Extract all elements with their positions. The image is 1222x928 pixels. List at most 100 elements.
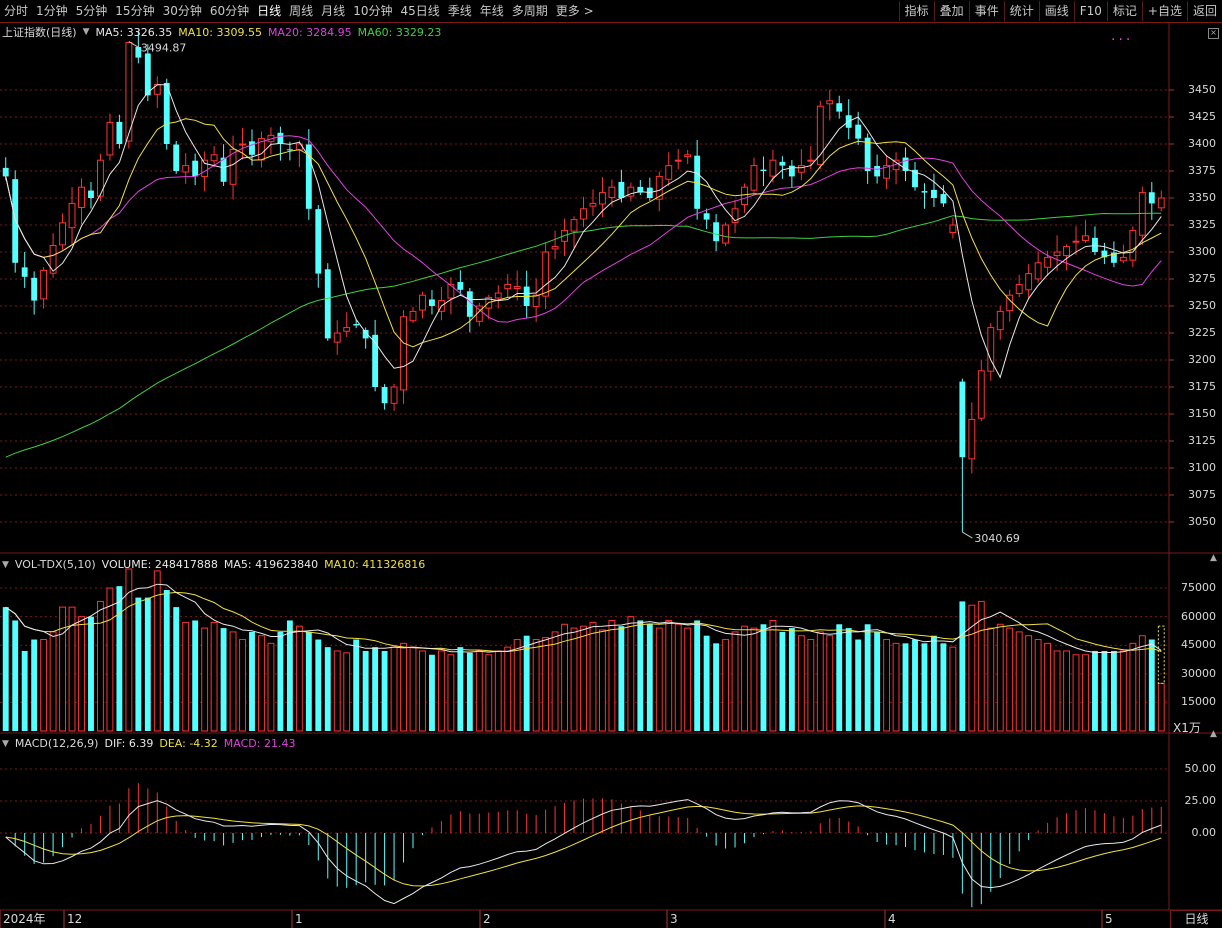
volume-bar	[343, 652, 351, 732]
macd-tick-label: 25.00	[1184, 794, 1217, 807]
candle-body	[580, 208, 587, 220]
macd-panel-header: ▼ MACD(12,26,9) DIF: 6.39 DEA: -4.32 MACD:…	[2, 737, 295, 750]
volume-bar	[315, 639, 322, 731]
volume-bar	[580, 625, 587, 732]
macd-histogram	[5, 783, 1162, 908]
price-tick-label: 3425	[1188, 110, 1216, 123]
candle-body	[769, 159, 777, 177]
volume-bar	[286, 620, 293, 731]
candle-body	[343, 327, 351, 332]
volume-bar	[239, 639, 246, 732]
volume-bar	[807, 639, 815, 732]
legend-item: MA10: 411326816	[324, 558, 426, 571]
volume-unit-label: X1万	[1173, 721, 1201, 735]
price-tick-label: 3225	[1188, 326, 1216, 339]
more-dots-icon[interactable]: ···	[1111, 32, 1133, 48]
candle-body	[760, 169, 767, 171]
volume-bar	[760, 624, 767, 731]
candle-body	[192, 160, 199, 177]
volume-bar	[409, 646, 417, 732]
extreme-label: 3494.87	[141, 42, 187, 55]
volume-bar	[362, 650, 369, 731]
price-tick-label: 3250	[1188, 299, 1216, 312]
chevron-up-icon[interactable]: ▲	[1210, 553, 1217, 563]
volume-bar	[902, 643, 909, 731]
volume-bar	[220, 628, 227, 731]
chevron-down-icon[interactable]: ▼	[83, 27, 90, 37]
volume-bar	[21, 650, 28, 731]
candle-body	[1072, 240, 1080, 243]
volume-bar	[836, 624, 843, 731]
volume-bar	[258, 635, 265, 732]
date-label: 2024年	[3, 912, 46, 926]
volume-bar	[447, 654, 455, 732]
candle-body	[722, 224, 730, 244]
volume-bar	[674, 623, 682, 732]
candle-body	[703, 213, 710, 220]
volume-bar	[921, 643, 928, 731]
volume-bar	[665, 619, 673, 732]
volume-bar	[1034, 639, 1042, 732]
macd-legend: DIF: 6.39 DEA: -4.32 MACD: 21.43	[104, 737, 295, 750]
candle-body	[1025, 273, 1033, 291]
volume-bar	[295, 625, 303, 732]
price-tick-label: 3275	[1188, 272, 1216, 285]
price-tick-label: 3050	[1188, 515, 1216, 528]
volume-bar	[694, 620, 701, 731]
candle-body	[684, 154, 692, 158]
volume-bar	[210, 621, 218, 732]
volume-bar	[1110, 650, 1117, 731]
volume-bar	[523, 635, 530, 731]
volume-bar	[12, 620, 19, 731]
chevron-down-icon[interactable]: ▼	[2, 739, 9, 749]
volume-bar	[125, 568, 133, 732]
volume-bar	[1063, 650, 1070, 732]
volume-bar	[277, 631, 284, 731]
volume-bar	[788, 628, 795, 731]
volume-panel-title[interactable]: VOL-TDX(5,10)	[15, 558, 96, 571]
candle-body	[968, 418, 976, 460]
chevron-up-icon[interactable]: ▲	[1210, 729, 1217, 739]
date-label: 5	[1105, 912, 1113, 926]
legend-item: MA10: 3309.55	[178, 25, 262, 39]
volume-tick-label: 60000	[1181, 609, 1216, 623]
bottom-period-tab[interactable]: 日线	[1170, 910, 1222, 928]
volume-bar	[968, 604, 976, 732]
candle-body	[333, 332, 341, 343]
candle-body	[674, 159, 682, 162]
volume-bar	[49, 631, 57, 732]
volume-bar	[1044, 642, 1052, 732]
volume-bar	[419, 650, 426, 732]
candle-body	[277, 132, 284, 144]
candle-body	[949, 224, 957, 234]
candle-body	[163, 82, 170, 144]
date-label: 2	[483, 912, 491, 926]
volume-bar	[931, 635, 937, 731]
volume-bar	[779, 631, 786, 731]
volume-bar	[1157, 682, 1165, 732]
extreme-pointer	[962, 531, 973, 539]
price-panel-title[interactable]: 上证指数(日线)	[2, 24, 77, 40]
candle-body	[419, 294, 426, 311]
close-icon[interactable]: ×	[1208, 28, 1219, 39]
volume-bar	[713, 643, 720, 731]
chevron-down-icon[interactable]: ▼	[2, 560, 9, 570]
volume-bar	[429, 654, 435, 731]
candle-body	[286, 149, 293, 151]
volume-bar	[31, 639, 38, 731]
volume-bar	[1006, 627, 1014, 732]
candle-body	[315, 209, 322, 274]
volume-bar	[855, 639, 862, 731]
candle-body	[1119, 256, 1127, 262]
volume-tick-label: 45000	[1181, 638, 1216, 652]
macd-panel-title[interactable]: MACD(12,26,9)	[15, 737, 99, 750]
stock-chart[interactable]: 3494.873040.692024年 12 1 2 3 4 5	[0, 0, 1222, 928]
date-label: 1	[295, 912, 303, 926]
volume-bar	[494, 650, 502, 732]
volume-bar	[874, 631, 881, 731]
candle-body	[59, 222, 67, 246]
price-tick-label: 3150	[1188, 407, 1216, 420]
price-panel-header: 上证指数(日线) ▼ MA5: 3326.35 MA10: 3309.55 MA20…	[2, 24, 441, 40]
legend-item: MA5: 3326.35	[95, 25, 173, 39]
candle-body	[182, 165, 190, 173]
